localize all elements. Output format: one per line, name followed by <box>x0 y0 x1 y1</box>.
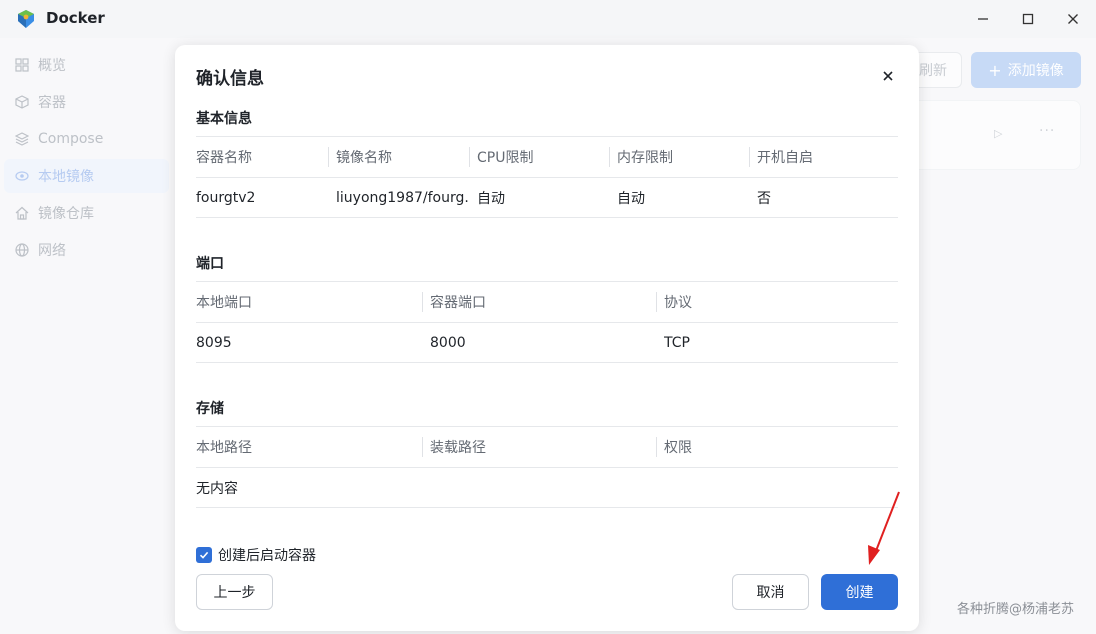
header-cpu-limit: CPU限制 <box>469 137 601 177</box>
minimize-icon <box>978 18 988 20</box>
title-bar: Docker <box>0 0 1096 38</box>
close-icon <box>1068 14 1078 24</box>
previous-step-button[interactable]: 上一步 <box>196 574 273 610</box>
value-autostart: 否 <box>757 191 771 207</box>
header-permission: 权限 <box>656 427 874 467</box>
value-memory-limit: 自动 <box>617 191 645 207</box>
storage-empty-text: 无内容 <box>196 481 238 497</box>
section-title-ports: 端口 <box>196 256 224 272</box>
app-title: Docker <box>46 9 105 27</box>
header-local-path: 本地路径 <box>196 440 252 456</box>
header-container-port: 容器端口 <box>422 282 640 322</box>
value-container-name: fourgtv2 <box>196 190 256 206</box>
dialog-close-button[interactable] <box>878 66 898 86</box>
minimize-button[interactable] <box>970 6 996 32</box>
header-autostart: 开机自启 <box>749 137 881 177</box>
start-after-create-label: 创建后启动容器 <box>218 548 316 564</box>
maximize-button[interactable] <box>1015 6 1041 32</box>
table-row: 无内容 <box>196 467 898 508</box>
header-image-name: 镜像名称 <box>328 137 460 177</box>
table-row: fourgtv2 liuyong1987/fourg... 自动 自动 否 <box>196 177 898 218</box>
docker-app-icon <box>18 10 34 28</box>
start-after-create-option[interactable]: 创建后启动容器 <box>196 545 316 565</box>
table-row: 8095 8000 TCP <box>196 322 898 363</box>
header-memory-limit: 内存限制 <box>609 137 741 177</box>
close-window-button[interactable] <box>1060 6 1086 32</box>
basic-info-table: 容器名称 镜像名称 CPU限制 内存限制 开机自启 fourgtv2 liuyo… <box>196 136 898 218</box>
section-title-storage: 存储 <box>196 401 224 417</box>
value-local-port: 8095 <box>196 335 232 351</box>
table-header-row: 容器名称 镜像名称 CPU限制 内存限制 开机自启 <box>196 136 898 177</box>
header-container-name: 容器名称 <box>196 150 252 166</box>
confirm-dialog: 确认信息 基本信息 容器名称 镜像名称 CPU限制 内存限制 开机自启 four… <box>175 45 919 631</box>
start-after-create-checkbox[interactable] <box>196 547 212 563</box>
value-image-name: liuyong1987/fourg... <box>336 190 468 206</box>
header-mount-path: 装载路径 <box>422 427 640 467</box>
header-protocol: 协议 <box>656 282 874 322</box>
section-title-basic: 基本信息 <box>196 111 252 127</box>
value-cpu-limit: 自动 <box>477 191 505 207</box>
table-header-row: 本地路径 装载路径 权限 <box>196 426 898 467</box>
value-container-port: 8000 <box>430 335 466 351</box>
maximize-icon <box>1022 13 1034 25</box>
close-icon <box>883 71 893 81</box>
check-icon <box>199 551 209 559</box>
header-local-port: 本地端口 <box>196 295 252 311</box>
ports-table: 本地端口 容器端口 协议 8095 8000 TCP <box>196 281 898 363</box>
dialog-title: 确认信息 <box>196 69 264 89</box>
create-button[interactable]: 创建 <box>821 574 898 610</box>
storage-table: 本地路径 装载路径 权限 无内容 <box>196 426 898 508</box>
watermark: 各种折腾@杨浦老苏 <box>957 602 1075 617</box>
table-header-row: 本地端口 容器端口 协议 <box>196 281 898 322</box>
cancel-button[interactable]: 取消 <box>732 574 809 610</box>
value-protocol: TCP <box>664 335 690 351</box>
